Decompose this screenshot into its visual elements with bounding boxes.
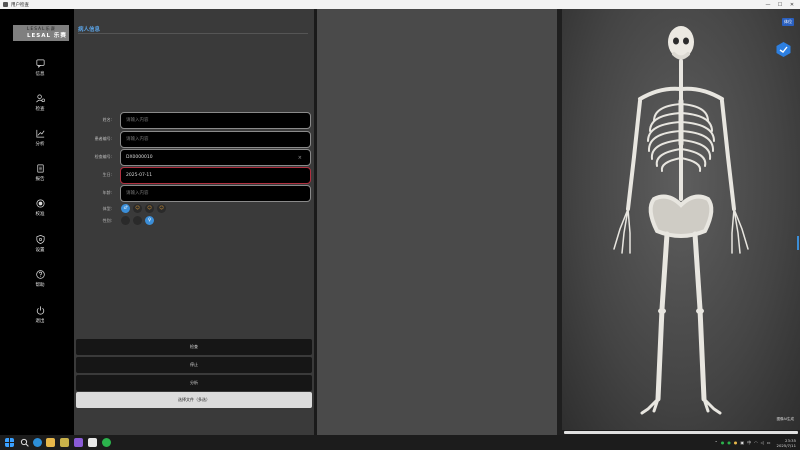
sidebar-item-settings[interactable]: 设置 — [22, 234, 58, 253]
person-search-icon — [35, 94, 45, 103]
gender-option[interactable] — [133, 216, 142, 225]
chat-icon — [35, 59, 45, 69]
minimize-button[interactable]: — — [762, 0, 774, 9]
maximize-button[interactable]: ☐ — [774, 0, 786, 9]
age-label: 年龄: — [102, 190, 112, 195]
exam-id-row: 检查编号: DX0000010 × — [74, 149, 314, 166]
side-scroll-indicator[interactable] — [797, 236, 799, 250]
age-input[interactable] — [120, 185, 311, 202]
calibrate-icon — [35, 199, 45, 208]
running-app-icon[interactable] — [88, 438, 97, 447]
section-title: 病人信息 — [78, 27, 101, 33]
name-row: 姓名: — [74, 112, 314, 129]
check-button[interactable]: 检查 — [76, 339, 312, 355]
shield-settings-icon — [35, 234, 45, 245]
window-titlebar: 用户检查 — ☐ ✕ — [0, 0, 800, 9]
app-icon — [3, 2, 8, 7]
window-title: 用户检查 — [11, 2, 29, 8]
sidebar-item-exit[interactable]: 退出 — [22, 305, 58, 324]
wechat-icon[interactable] — [102, 438, 111, 447]
sidebar-item-report[interactable]: 报告 — [22, 163, 58, 182]
birthday-input[interactable]: 2025-07-11 — [120, 167, 311, 184]
tray-app-icon[interactable]: ▣ — [740, 440, 744, 445]
sidebar-item-check[interactable]: 检查 — [22, 93, 58, 112]
sidebar-item-help[interactable]: 帮助 — [22, 269, 58, 288]
gender-label: 性别: — [102, 218, 112, 223]
tray-app-icon[interactable]: ● — [727, 440, 731, 445]
exam-id-value: DX0000010 — [126, 155, 153, 160]
patient-id-input[interactable] — [120, 131, 311, 148]
body-type-option[interactable]: ☺ — [157, 204, 166, 213]
image-credit: 图像AI生成 — [776, 417, 794, 421]
clock[interactable]: 23:35 2025/7/11 — [777, 438, 796, 448]
patient-info-panel: 病人信息 姓名: 患者编号: 检查编号: DX0000010 × 生日: 202… — [74, 9, 314, 435]
system-tray: ⌃ ● ● ● ▣ 中 ◠ ◁ ▭ 23:35 2025/7/11 — [715, 435, 796, 450]
windows-taskbar: ⌃ ● ● ● ▣ 中 ◠ ◁ ▭ 23:35 2025/7/11 — [0, 435, 800, 450]
gender-option[interactable]: ♀ — [145, 216, 154, 225]
bird-badge-icon[interactable] — [775, 41, 792, 58]
exam-id-label: 检查编号: — [94, 154, 112, 159]
sidebar: L E S A L 乐 赛 LESAL 乐赛 信息 检查 分析 报告 校准 设置… — [0, 9, 74, 444]
birthday-row: 生日: 2025-07-11 — [74, 167, 314, 184]
name-input[interactable] — [120, 112, 311, 129]
sidebar-item-calibrate[interactable]: 校准 — [22, 198, 58, 217]
help-icon — [35, 270, 45, 279]
section-divider — [78, 33, 308, 34]
body-type-row: 体型: ♂ ☺ ☺ ☺ — [74, 204, 314, 214]
tray-app-icon[interactable]: ● — [721, 440, 725, 445]
analyze-button[interactable]: 分析 — [76, 375, 312, 391]
sidebar-item-label: 设置 — [35, 248, 45, 253]
app-icon[interactable] — [60, 438, 69, 447]
visual-studio-icon[interactable] — [74, 438, 83, 447]
sidebar-item-label: 信息 — [35, 72, 45, 77]
close-button[interactable]: ✕ — [786, 0, 798, 9]
tray-app-icon[interactable]: ● — [734, 440, 738, 445]
body-type-option[interactable]: ♂ — [121, 204, 130, 213]
power-icon — [36, 306, 44, 315]
birthday-label: 生日: — [102, 172, 112, 177]
chevron-up-icon[interactable]: ⌃ — [715, 440, 718, 445]
stop-button[interactable]: 停止 — [76, 357, 312, 373]
sidebar-item-label: 校准 — [35, 212, 45, 217]
birthday-value: 2025-07-11 — [126, 173, 153, 178]
skeleton-viewer[interactable]: 体位 图像AI生成 — [562, 9, 800, 435]
name-label: 姓名: — [102, 117, 112, 122]
battery-icon[interactable]: ▭ — [767, 440, 771, 445]
scrollbar-thumb[interactable] — [564, 431, 798, 434]
patient-id-label: 患者编号: — [94, 136, 112, 141]
search-icon[interactable] — [20, 438, 29, 447]
sidebar-item-label: 检查 — [35, 107, 45, 112]
volume-icon[interactable]: ◁ — [761, 440, 764, 445]
sidebar-item-label: 退出 — [35, 319, 45, 324]
body-type-option[interactable]: ☺ — [145, 204, 154, 213]
edge-browser-icon[interactable] — [33, 438, 42, 447]
result-panel — [317, 9, 557, 435]
age-row: 年龄: — [74, 185, 314, 202]
exam-id-select[interactable]: DX0000010 × — [120, 149, 311, 166]
sidebar-item-label: 报告 — [35, 177, 45, 182]
report-icon — [36, 164, 44, 173]
clear-icon[interactable]: × — [298, 150, 302, 167]
sidebar-item-info[interactable]: 信息 — [22, 58, 58, 77]
sidebar-item-label: 帮助 — [35, 283, 45, 288]
clock-date: 2025/7/11 — [776, 442, 796, 448]
sidebar-item-analysis[interactable]: 分析 — [22, 128, 58, 147]
logo-brand: LESAL 乐赛 — [27, 33, 67, 39]
gender-option[interactable] — [121, 216, 130, 225]
patient-id-row: 患者编号: — [74, 131, 314, 148]
input-language[interactable]: 中 — [747, 440, 751, 446]
chart-icon — [35, 129, 44, 138]
pose-tag[interactable]: 体位 — [782, 18, 794, 26]
logo: L E S A L 乐 赛 LESAL 乐赛 — [13, 25, 69, 41]
wifi-icon[interactable]: ◠ — [754, 440, 758, 445]
file-explorer-icon[interactable] — [46, 438, 55, 447]
sidebar-item-label: 分析 — [35, 142, 45, 147]
body-type-label: 体型: — [102, 206, 112, 211]
skeleton-image — [613, 26, 749, 415]
windows-start-icon[interactable] — [5, 438, 14, 447]
body-type-option[interactable]: ☺ — [133, 204, 142, 213]
logo-top-text: L E S A L 乐 赛 — [27, 26, 55, 31]
gender-row: 性别: ♀ — [74, 216, 314, 226]
select-file-button[interactable]: 选择文件（多选） — [76, 392, 312, 408]
